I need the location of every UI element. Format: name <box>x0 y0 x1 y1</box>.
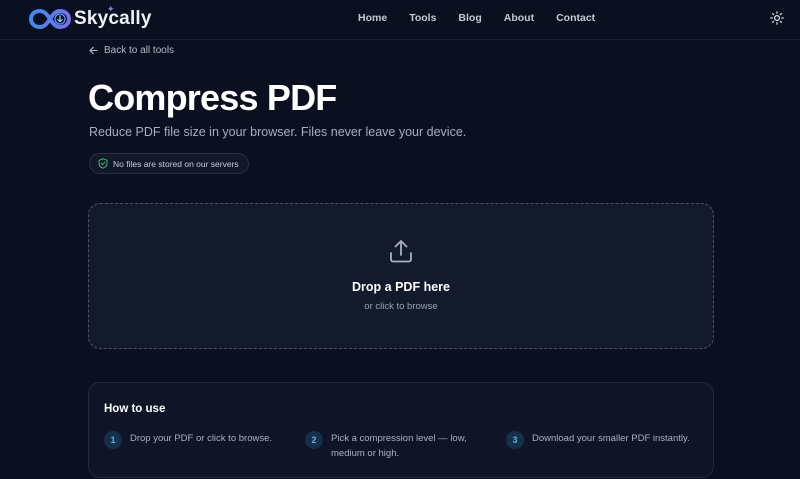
step-text: Drop your PDF or click to browse. <box>130 433 273 444</box>
pdf-dropzone[interactable] <box>88 203 714 349</box>
dropzone-title: Drop a PDF here <box>352 280 450 294</box>
nav-link-home[interactable]: Home <box>358 12 387 24</box>
sun-icon <box>770 11 784 25</box>
page-title: Compress PDF <box>88 77 337 118</box>
nav-link-contact[interactable]: Contact <box>556 12 595 24</box>
back-to-tools-link[interactable]: Back to all tools <box>89 45 174 56</box>
arrow-left-icon <box>89 46 98 55</box>
main-nav: Home Tools Blog About Contact <box>358 12 617 24</box>
dropzone-subtitle: or click to browse <box>364 301 438 312</box>
brand-logo[interactable]: Skycally ✦ <box>28 4 152 32</box>
how-to-use-title: How to use <box>104 403 166 415</box>
step-item: 3 Download your smaller PDF instantly. <box>506 431 712 449</box>
step-text: Download your smaller PDF instantly. <box>532 433 690 444</box>
nav-link-blog[interactable]: Blog <box>458 12 481 24</box>
step-number: 2 <box>305 431 323 449</box>
back-link-label: Back to all tools <box>104 45 175 56</box>
nav-link-about[interactable]: About <box>504 12 534 24</box>
infinity-logo-icon <box>29 9 71 29</box>
theme-toggle-button[interactable] <box>770 11 784 25</box>
shield-check-icon <box>98 158 108 169</box>
brand-name: Skycally ✦ <box>74 4 152 29</box>
page-subtitle: Reduce PDF file size in your browser. Fi… <box>89 125 467 139</box>
top-navbar: Skycally ✦ Home Tools Blog About Contact <box>0 0 800 40</box>
step-item: 2 Pick a compression level — low, medium… <box>305 431 501 461</box>
sparkle-icon: ✦ <box>107 4 115 14</box>
upload-icon <box>390 240 412 263</box>
how-to-use-card <box>88 382 714 478</box>
step-number: 3 <box>506 431 524 449</box>
privacy-badge: No files are stored on our servers <box>89 153 249 174</box>
step-number: 1 <box>104 431 122 449</box>
privacy-badge-label: No files are stored on our servers <box>113 158 239 169</box>
nav-link-tools[interactable]: Tools <box>409 12 436 24</box>
step-item: 1 Drop your PDF or click to browse. <box>104 431 300 449</box>
step-text: Pick a compression level — low, medium o… <box>331 433 467 459</box>
